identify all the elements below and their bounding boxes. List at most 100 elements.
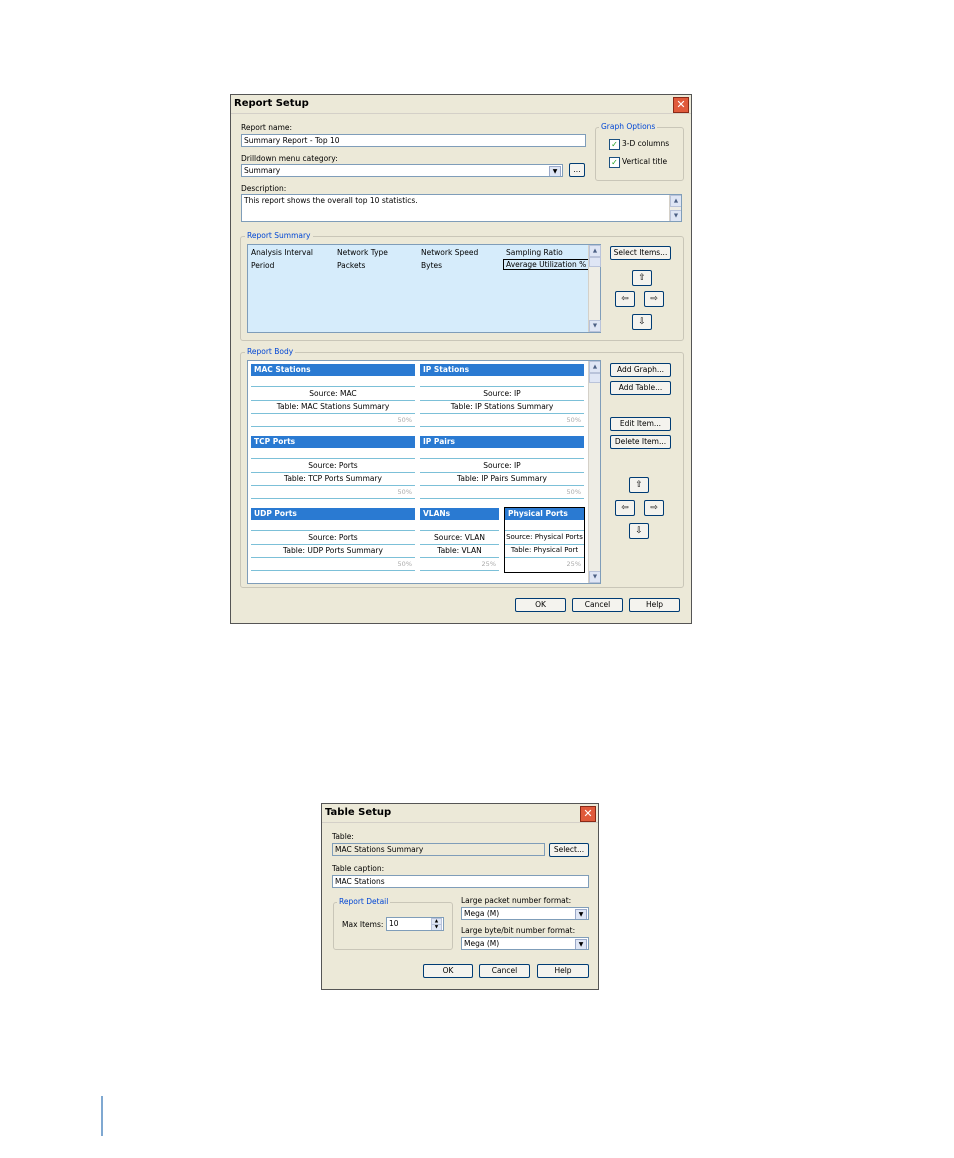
tile-title: UDP Ports [251,508,415,520]
close-icon[interactable]: ✕ [580,806,596,822]
byte-format-label: Large byte/bit number format: [461,926,576,935]
summary-item[interactable]: Sampling Ratio [506,248,563,257]
move-right-icon[interactable]: ⇨ [644,291,664,307]
tile-divider [251,386,415,387]
move-left-icon[interactable]: ⇦ [615,291,635,307]
drilldown-value: Summary [244,166,281,175]
report-name-field[interactable]: Summary Report - Top 10 [241,134,586,147]
vertical-title-checkbox[interactable]: ✓ [609,157,620,168]
report-summary-label: Report Summary [245,231,313,240]
summary-item[interactable]: Analysis Interval [251,248,313,257]
close-icon[interactable]: ✕ [673,97,689,113]
move-down-icon[interactable]: ⇩ [629,523,649,539]
scroll-down-icon[interactable]: ▼ [589,320,601,332]
graph-options-label: Graph Options [599,122,658,131]
report-tile-physical-ports[interactable]: Physical Ports Source: Physical Ports Ta… [504,507,585,573]
cancel-button[interactable]: Cancel [572,598,623,612]
scroll-down-icon[interactable]: ▼ [589,571,600,583]
move-up-icon[interactable]: ⇧ [632,270,652,286]
tile-divider [420,458,584,459]
description-text: This report shows the overall top 10 sta… [244,196,418,205]
summary-scrollbar[interactable]: ▲ ▼ [588,245,601,332]
chevron-down-icon[interactable]: ▼ [575,939,587,949]
report-tile-ip-pairs[interactable]: IP Pairs Source: IP Table: IP Pairs Summ… [420,436,584,502]
help-button[interactable]: Help [537,964,589,978]
report-name-label: Report name: [241,123,293,132]
report-tile-udp-ports[interactable]: UDP Ports Source: Ports Table: UDP Ports… [251,508,415,574]
ok-button[interactable]: OK [423,964,473,978]
tile-source: Source: IP [483,389,521,398]
tile-source: Source: Ports [308,533,358,542]
add-table-button[interactable]: Add Table... [610,381,671,395]
tile-divider [251,498,415,499]
tile-divider [420,426,584,427]
scroll-down-icon[interactable]: ▼ [670,210,681,221]
cancel-button[interactable]: Cancel [479,964,530,978]
scroll-up-icon[interactable]: ▲ [670,195,681,207]
byte-format-select[interactable]: Mega (M) ▼ [461,937,589,950]
report-setup-titlebar: Report Setup ✕ [231,95,691,114]
summary-item[interactable]: Period [251,261,274,270]
drilldown-select[interactable]: Summary ▼ [241,164,563,177]
tile-divider [420,530,499,531]
report-body-label: Report Body [245,347,296,356]
help-button[interactable]: Help [629,598,680,612]
report-tile-mac-stations[interactable]: MAC Stations Source: MAC Table: MAC Stat… [251,364,415,430]
spin-down-icon[interactable]: ▼ [431,924,442,930]
tile-percent: 50% [566,416,581,424]
move-right-icon[interactable]: ⇨ [644,500,664,516]
drilldown-browse-button[interactable]: ... [569,163,585,177]
summary-item[interactable]: Network Type [337,248,388,257]
move-up-icon[interactable]: ⇧ [629,477,649,493]
scroll-up-icon[interactable]: ▲ [589,361,600,373]
select-table-button[interactable]: Select... [549,843,589,857]
report-tile-tcp-ports[interactable]: TCP Ports Source: Ports Table: TCP Ports… [251,436,415,502]
max-items-field[interactable]: 10 ▲ ▼ [386,917,444,931]
packet-format-select[interactable]: Mega (M) ▼ [461,907,589,920]
report-summary-list[interactable]: Analysis Interval Network Type Network S… [247,244,601,333]
3d-columns-checkbox[interactable]: ✓ [609,139,620,150]
page-margin-bar [101,1096,103,1136]
scroll-thumb[interactable] [589,373,600,383]
byte-format-value: Mega (M) [464,939,500,948]
tile-source: Source: Physical Ports [506,533,583,541]
report-tile-ip-stations[interactable]: IP Stations Source: IP Table: IP Station… [420,364,584,430]
summary-item[interactable]: Packets [337,261,365,270]
add-graph-button[interactable]: Add Graph... [610,363,671,377]
description-scrollbar[interactable]: ▲ ▼ [669,195,681,221]
table-setup-dialog: Table Setup ✕ Table: MAC Stations Summar… [321,803,599,990]
report-setup-dialog: Report Setup ✕ Report name: Summary Repo… [230,94,692,624]
packet-format-value: Mega (M) [464,909,500,918]
tile-divider [251,400,415,401]
report-body-scrollbar[interactable]: ▲ ▼ [588,361,600,583]
report-tile-vlans[interactable]: VLANs Source: VLAN Table: VLAN 25% [420,508,499,574]
tile-divider [420,485,584,486]
select-items-button[interactable]: Select Items... [610,246,671,260]
tile-divider [251,544,415,545]
tile-divider [251,570,415,571]
tile-source: Source: MAC [309,389,357,398]
tile-divider [420,386,584,387]
scroll-up-icon[interactable]: ▲ [589,245,601,257]
summary-item[interactable]: Bytes [421,261,442,270]
report-body-canvas[interactable]: MAC Stations Source: MAC Table: MAC Stat… [247,360,601,584]
tile-divider [251,472,415,473]
summary-item-selected[interactable]: Average Utilization % [503,259,590,270]
tile-table: Table: IP Pairs Summary [457,474,547,483]
move-left-icon[interactable]: ⇦ [615,500,635,516]
tile-percent: 25% [566,560,581,568]
chevron-down-icon[interactable]: ▼ [549,166,561,176]
description-field[interactable]: This report shows the overall top 10 sta… [241,194,682,222]
3d-columns-label: 3-D columns [622,139,670,148]
scroll-thumb[interactable] [589,257,601,267]
chevron-down-icon[interactable]: ▼ [575,909,587,919]
description-label: Description: [241,184,287,193]
table-caption-field[interactable]: MAC Stations [332,875,589,888]
tile-divider [420,400,584,401]
summary-item[interactable]: Network Speed [421,248,478,257]
ok-button[interactable]: OK [515,598,566,612]
delete-item-button[interactable]: Delete Item... [610,435,671,449]
tile-divider [251,426,415,427]
move-down-icon[interactable]: ⇩ [632,314,652,330]
edit-item-button[interactable]: Edit Item... [610,417,671,431]
